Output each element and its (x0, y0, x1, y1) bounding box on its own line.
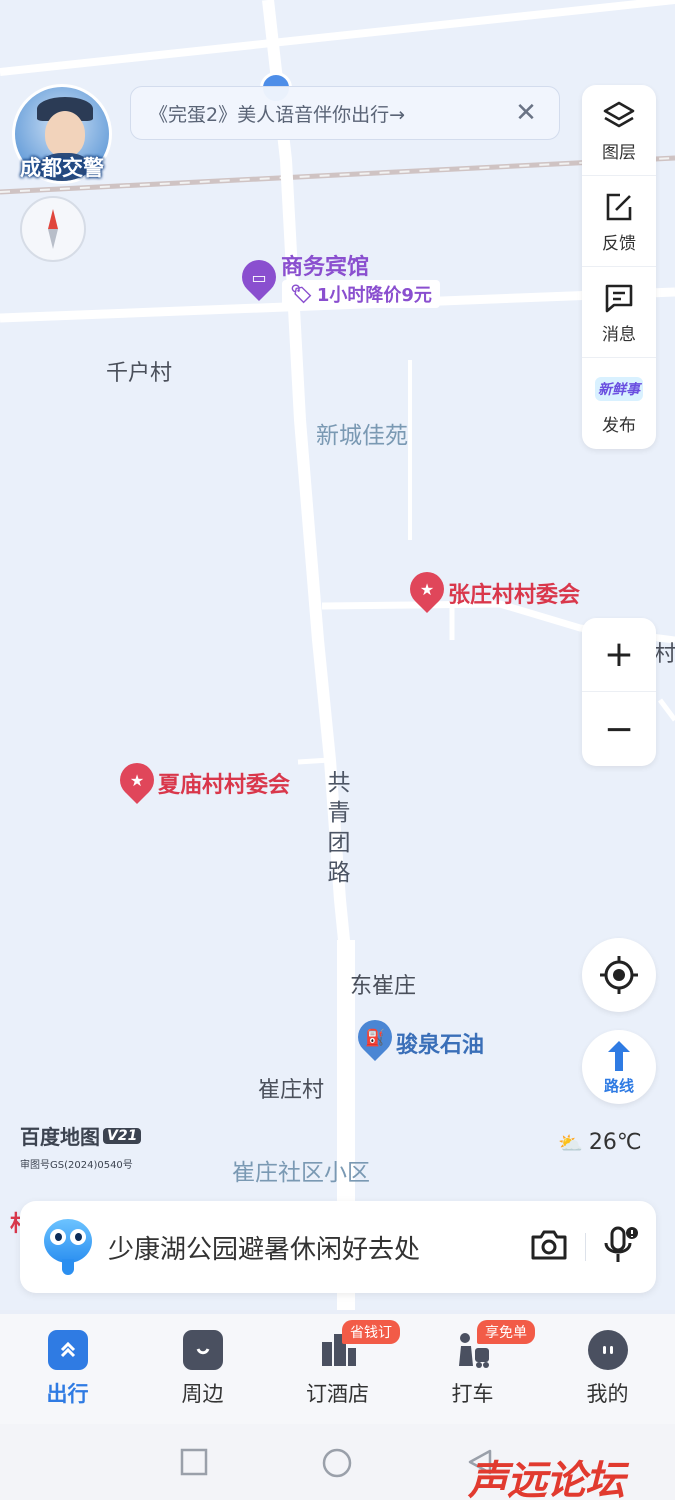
route-button[interactable]: 路线 (582, 1030, 656, 1104)
temperature: 26℃ (588, 1130, 642, 1155)
tab-taxi[interactable]: 打车 享免单 (405, 1314, 540, 1424)
avatar-voice-label[interactable]: 成都交警 (12, 152, 112, 182)
feedback-button[interactable]: 反馈 (582, 176, 656, 267)
microphone-icon[interactable] (602, 1225, 638, 1269)
poi-zhangzhuang-committee[interactable]: 张庄村村委会 (448, 577, 580, 609)
map-canvas[interactable]: 千户村 新城佳苑 东崔庄 崔庄村 崔庄社区小区 村 村 共 青 团 路 ▭ 商务… (0, 0, 675, 1310)
assistant-mascot-icon[interactable] (40, 1217, 96, 1277)
map-review-number: 审图号GS(2024)0540号 (20, 1160, 133, 1171)
estate-label-xincheng[interactable]: 新城佳苑 (316, 416, 408, 450)
profile-icon (587, 1330, 628, 1370)
message-icon (601, 280, 637, 316)
tab-profile[interactable]: 我的 (540, 1314, 675, 1424)
route-arrow-icon (608, 1040, 630, 1071)
hotel-badge: 省钱订 (342, 1320, 400, 1344)
poi-xiamiao-committee[interactable]: 夏庙村村委会 (158, 767, 290, 799)
tab-nearby[interactable]: 周边 (135, 1314, 270, 1424)
hotel-promo-tag[interactable]: 🏷 1小时降价9元 (282, 280, 440, 308)
compass-icon[interactable] (20, 196, 86, 262)
notice-text[interactable]: 《完蛋2》美人语音伴你出行→ (149, 100, 511, 127)
search-input[interactable]: 少康湖公园避暑休闲好去处 (96, 1229, 529, 1266)
locate-button[interactable] (582, 938, 656, 1012)
map-toolbox: 图层 反馈 消息 新鲜事 发布 (582, 85, 656, 449)
publish-button[interactable]: 新鲜事 发布 (582, 358, 656, 449)
road-name-gongqingtuan: 共 青 团 路 (327, 770, 351, 886)
hotel-pin-icon[interactable]: ▭ (234, 252, 284, 302)
estate-label-cuizhuang-community[interactable]: 崔庄社区小区 (232, 1153, 370, 1187)
gas-station-pin-icon[interactable]: ⛽ (350, 1012, 400, 1062)
home-icon[interactable] (322, 1448, 352, 1478)
weather-widget[interactable]: ⛅ 26℃ (558, 1130, 642, 1155)
forum-watermark: 声远论坛 (468, 1458, 625, 1500)
promo-notice-bar[interactable]: 《完蛋2》美人语音伴你出行→ ✕ (130, 86, 560, 140)
partly-cloudy-icon: ⛅ (558, 1130, 583, 1155)
village-committee-pin-icon[interactable]: ★ (402, 564, 452, 614)
zoom-out-button[interactable]: − (582, 692, 656, 766)
close-icon[interactable]: ✕ (511, 98, 541, 128)
tab-hotel[interactable]: 订酒店 省钱订 (270, 1314, 405, 1424)
travel-icon (47, 1330, 88, 1370)
tab-travel[interactable]: 出行 (0, 1314, 135, 1424)
nearby-icon (182, 1330, 223, 1370)
poi-gas-station[interactable]: 骏泉石油 (396, 1027, 484, 1059)
village-label-cuizhuang: 崔庄村 (258, 1078, 325, 1103)
zoom-control: + − (582, 618, 656, 766)
zoom-in-button[interactable]: + (582, 618, 656, 692)
camera-icon[interactable] (529, 1228, 569, 1266)
road-network (0, 0, 675, 1310)
locate-icon (600, 956, 638, 994)
layers-icon (601, 98, 637, 134)
poi-hotel-name[interactable]: 商务宾馆 (281, 249, 369, 281)
taxi-badge: 享免单 (477, 1320, 535, 1344)
village-label-qianhu: 千户村 (106, 361, 173, 386)
edit-icon (601, 189, 637, 225)
map-logo: 百度地图 V21 审图号GS(2024)0540号 (20, 1121, 142, 1171)
search-bar[interactable]: 少康湖公园避暑休闲好去处 (20, 1201, 656, 1293)
recent-apps-icon[interactable] (180, 1448, 208, 1476)
discount-icon: 🏷 (290, 283, 313, 305)
bottom-tab-bar: 出行 周边 订酒店 省钱订 打车 享免单 我的 (0, 1314, 675, 1424)
news-badge-icon: 新鲜事 (595, 371, 643, 407)
village-label-dongcui: 东崔庄 (350, 974, 417, 999)
messages-button[interactable]: 消息 (582, 267, 656, 358)
village-committee-pin-icon[interactable]: ★ (112, 755, 162, 805)
layers-button[interactable]: 图层 (582, 85, 656, 176)
village-label-edge-right: 村 (654, 642, 675, 667)
